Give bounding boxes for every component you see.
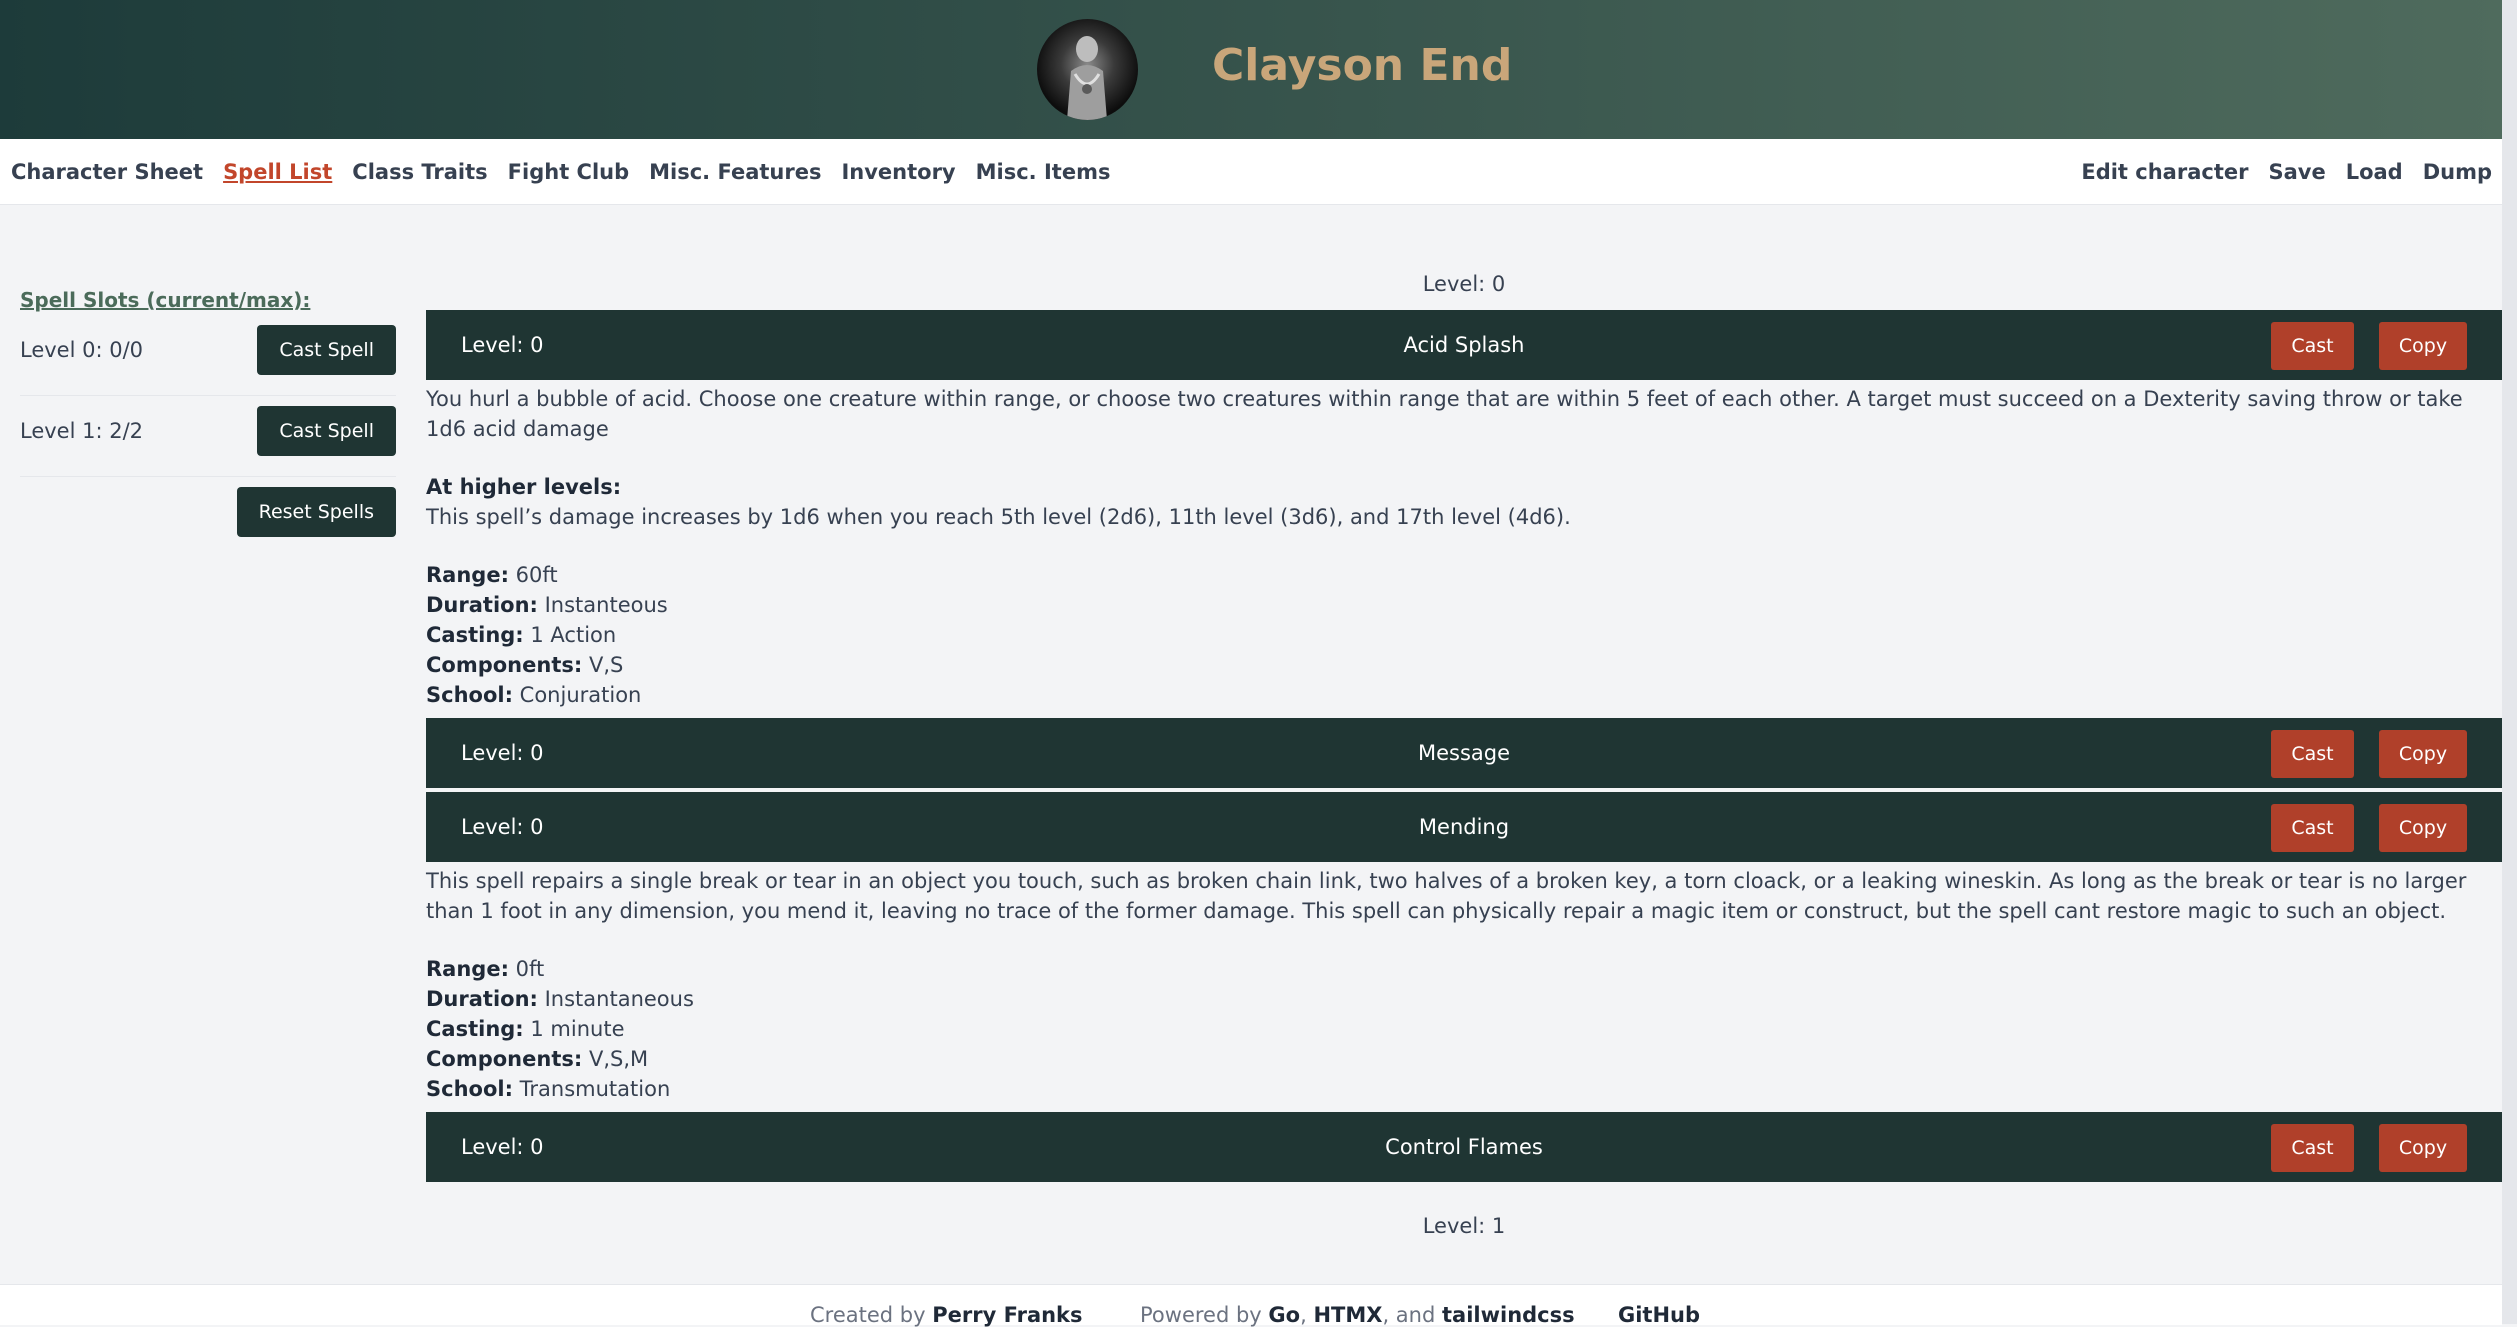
higher-levels-label: At higher levels:	[426, 475, 622, 499]
slot-row-level-0: Level 0: 0/0 Cast Spell	[20, 315, 396, 396]
slot-label: Level 1: 2/2	[20, 419, 144, 443]
footer: Created by Perry Franks Powered by Go, H…	[0, 1284, 2502, 1327]
spell-bar[interactable]: Level: 0 Acid Splash Cast Copy	[426, 310, 2502, 380]
nav-fight-club[interactable]: Fight Club	[508, 160, 629, 184]
spell-details: This spell repairs a single break or tea…	[426, 866, 2502, 1112]
range-label: Range:	[426, 563, 509, 587]
school-label: School:	[426, 683, 513, 707]
nav-dump[interactable]: Dump	[2423, 160, 2492, 184]
htmx-link[interactable]: HTMX	[1313, 1303, 1382, 1327]
duration-value: Instantaneous	[544, 987, 694, 1011]
github-link[interactable]: GitHub	[1618, 1303, 1700, 1327]
spell-list: Level: 0 Level: 0 Acid Splash Cast Copy …	[426, 260, 2502, 1252]
slot-label: Level 0: 0/0	[20, 338, 144, 362]
copy-button[interactable]: Copy	[2379, 1124, 2467, 1172]
footer-credit: Created by Perry Franks	[810, 1303, 1083, 1327]
cast-spell-button[interactable]: Cast Spell	[257, 325, 396, 375]
scrollbar[interactable]	[2502, 0, 2517, 1324]
tailwind-link[interactable]: tailwindcss	[1442, 1303, 1575, 1327]
comma-text: ,	[1300, 1303, 1307, 1327]
spell-bar[interactable]: Level: 0 Mending Cast Copy	[426, 792, 2502, 862]
components-label: Components:	[426, 1047, 583, 1071]
casting-value: 1 Action	[530, 623, 617, 647]
navbar: Character Sheet Spell List Class Traits …	[0, 139, 2502, 205]
nav-right: Edit character Save Load Dump	[2061, 139, 2492, 204]
casting-label: Casting:	[426, 1017, 524, 1041]
school-label: School:	[426, 1077, 513, 1101]
go-link[interactable]: Go	[1268, 1303, 1300, 1327]
copy-button[interactable]: Copy	[2379, 730, 2467, 778]
created-by-text: Created by	[810, 1303, 926, 1327]
reset-spells-button[interactable]: Reset Spells	[236, 487, 396, 537]
casting-value: 1 minute	[530, 1017, 625, 1041]
components-value: V,S	[588, 653, 624, 677]
footer-github: GitHub	[1618, 1303, 1700, 1327]
school-value: Conjuration	[519, 683, 642, 707]
range-value: 60ft	[515, 563, 558, 587]
cast-button[interactable]: Cast	[2271, 804, 2354, 852]
level-heading: Level: 0	[1422, 272, 1506, 296]
character-avatar[interactable]	[1037, 19, 1138, 120]
higher-levels-text: This spell’s damage increases by 1d6 whe…	[426, 505, 1571, 529]
character-portrait-icon	[1067, 36, 1107, 120]
spell-bar[interactable]: Level: 0 Message Cast Copy	[426, 718, 2502, 788]
duration-label: Duration:	[426, 987, 538, 1011]
nav-edit-character[interactable]: Edit character	[2081, 160, 2248, 184]
character-name: Clayson End	[1212, 40, 1513, 91]
duration-label: Duration:	[426, 593, 538, 617]
header: Clayson End	[0, 0, 2502, 139]
spell-description: This spell repairs a single break or tea…	[426, 869, 2467, 923]
components-label: Components:	[426, 653, 583, 677]
spell-name: Mending	[1418, 815, 1510, 839]
copy-button[interactable]: Copy	[2379, 804, 2467, 852]
copy-button[interactable]: Copy	[2379, 322, 2467, 370]
slot-row-level-1: Level 1: 2/2 Cast Spell	[20, 396, 396, 477]
cast-spell-button[interactable]: Cast Spell	[257, 406, 396, 456]
casting-label: Casting:	[426, 623, 524, 647]
school-value: Transmutation	[519, 1077, 671, 1101]
cast-button[interactable]: Cast	[2271, 322, 2354, 370]
spell-details: You hurl a bubble of acid. Choose one cr…	[426, 384, 2502, 718]
spell-slots-sidebar: Spell Slots (current/max): Level 0: 0/0 …	[20, 285, 396, 557]
spell-slots-heading[interactable]: Spell Slots (current/max):	[20, 285, 396, 315]
footer-powered: Powered by Go, HTMX, and tailwindcss	[1140, 1303, 1575, 1327]
and-text: , and	[1382, 1303, 1436, 1327]
nav-misc-features[interactable]: Misc. Features	[649, 160, 821, 184]
nav-spell-list[interactable]: Spell List	[223, 160, 332, 184]
spell-name: Control Flames	[1385, 1135, 1543, 1159]
reset-row: Reset Spells	[20, 477, 396, 557]
spell-name: Acid Splash	[1403, 333, 1525, 357]
range-label: Range:	[426, 957, 509, 981]
spell-description: You hurl a bubble of acid. Choose one cr…	[426, 387, 2463, 441]
nav-save[interactable]: Save	[2268, 160, 2325, 184]
nav-left: Character Sheet Spell List Class Traits …	[11, 139, 1130, 204]
powered-by-text: Powered by	[1140, 1303, 1262, 1327]
nav-misc-items[interactable]: Misc. Items	[976, 160, 1111, 184]
duration-value: Instanteous	[544, 593, 668, 617]
nav-inventory[interactable]: Inventory	[841, 160, 955, 184]
nav-load[interactable]: Load	[2346, 160, 2403, 184]
components-value: V,S,M	[588, 1047, 649, 1071]
spell-bar[interactable]: Level: 0 Control Flames Cast Copy	[426, 1112, 2502, 1182]
cast-button[interactable]: Cast	[2271, 730, 2354, 778]
author-link[interactable]: Perry Franks	[932, 1303, 1082, 1327]
range-value: 0ft	[515, 957, 545, 981]
nav-character-sheet[interactable]: Character Sheet	[11, 160, 203, 184]
spell-name: Message	[1417, 741, 1511, 765]
nav-class-traits[interactable]: Class Traits	[352, 160, 487, 184]
cast-button[interactable]: Cast	[2271, 1124, 2354, 1172]
level-heading: Level: 1	[1422, 1214, 1506, 1238]
